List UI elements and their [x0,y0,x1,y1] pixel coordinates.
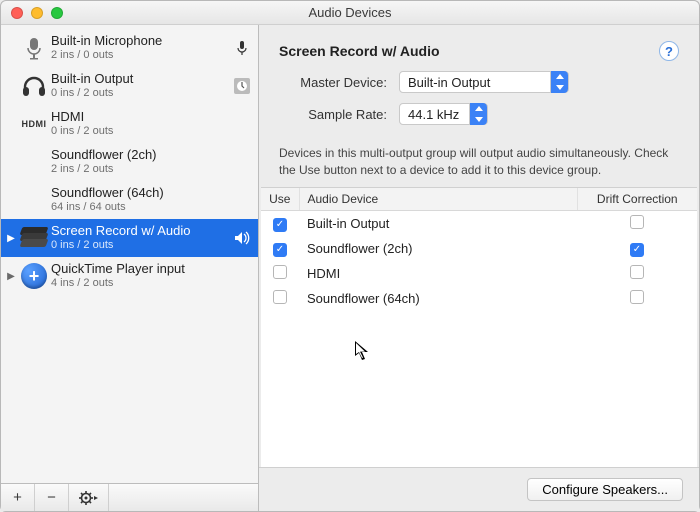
device-cell: Built-in Output [299,210,577,236]
device-hdmi[interactable]: HDMI HDMI 0 ins / 2 outs [1,105,258,143]
device-io: 0 ins / 2 outs [51,125,232,139]
device-name: Built-in Output [51,71,232,87]
table-row[interactable]: HDMI [261,261,697,286]
table-row[interactable]: Built-in Output [261,210,697,236]
table-row[interactable]: Soundflower (2ch) [261,236,697,261]
window-title: Audio Devices [1,5,699,20]
device-io: 2 ins / 2 outs [51,163,232,177]
gear-icon [79,491,99,505]
device-io: 64 ins / 64 outs [51,201,232,215]
master-device-value: Built-in Output [408,75,550,90]
device-io: 0 ins / 2 outs [51,87,232,101]
use-checkbox[interactable] [273,218,287,232]
device-cell: HDMI [299,261,577,286]
remove-device-button[interactable]: − [35,484,69,511]
add-device-button[interactable]: + [1,484,35,511]
device-builtin-output[interactable]: Built-in Output 0 ins / 2 outs [1,67,258,105]
device-soundflower-2ch[interactable]: Soundflower (2ch) 2 ins / 2 outs [1,143,258,181]
drift-checkbox[interactable] [630,215,644,229]
device-soundflower-64ch[interactable]: Soundflower (64ch) 64 ins / 64 outs [1,181,258,219]
master-device-select[interactable]: Built-in Output [399,71,569,93]
default-output-icon [232,231,252,245]
audio-midi-window: Audio Devices Built-in Microphone 2 ins … [0,0,700,512]
sample-rate-value: 44.1 kHz [408,107,469,122]
headphones-icon [17,72,51,100]
clock-source-icon [232,77,252,95]
device-screen-record-audio[interactable]: ▶ Screen Record w/ Audio 0 ins / 2 outs [1,219,258,257]
drift-checkbox[interactable] [630,243,644,257]
use-checkbox[interactable] [273,290,287,304]
soundflower-icon [17,186,51,214]
table-row[interactable]: Soundflower (64ch) [261,286,697,311]
device-list: Built-in Microphone 2 ins / 0 outs Built… [1,25,258,483]
window-body: Built-in Microphone 2 ins / 0 outs Built… [1,25,699,511]
soundflower-icon [17,148,51,176]
actions-menu-button[interactable] [69,484,109,511]
hdmi-icon: HDMI [17,110,51,138]
disclosure-icon[interactable]: ▶ [5,271,17,282]
device-name: QuickTime Player input [51,261,232,277]
panel-footer: Configure Speakers... [259,467,699,511]
titlebar: Audio Devices [1,1,699,25]
chevron-updown-icon [469,103,487,125]
output-device-table: Use Audio Device Drift Correction Built-… [261,187,697,467]
device-name: Screen Record w/ Audio [51,223,232,239]
drift-checkbox[interactable] [630,290,644,304]
microphone-icon [17,34,51,62]
default-input-icon [232,40,252,56]
configure-speakers-button[interactable]: Configure Speakers... [527,478,683,501]
disclosure-icon[interactable]: ▶ [5,233,17,244]
sample-rate-label: Sample Rate: [279,107,399,122]
device-io: 2 ins / 0 outs [51,49,232,63]
device-detail-panel: Screen Record w/ Audio ? Master Device: … [259,25,699,511]
help-button[interactable]: ? [659,41,679,61]
chevron-updown-icon [550,71,568,93]
device-name: Soundflower (64ch) [51,185,232,201]
device-io: 0 ins / 2 outs [51,239,232,253]
device-io: 4 ins / 2 outs [51,277,232,291]
aggregate-device-icon: + [17,262,51,290]
col-device[interactable]: Audio Device [299,188,577,211]
device-quicktime-input[interactable]: ▶ + QuickTime Player input 4 ins / 2 out… [1,257,258,295]
use-checkbox[interactable] [273,265,287,279]
master-device-label: Master Device: [279,75,399,90]
device-name: Built-in Microphone [51,33,232,49]
drift-checkbox[interactable] [630,265,644,279]
col-drift[interactable]: Drift Correction [577,188,697,211]
device-builtin-mic[interactable]: Built-in Microphone 2 ins / 0 outs [1,29,258,67]
device-cell: Soundflower (64ch) [299,286,577,311]
sidebar-toolbar: + − [1,483,258,511]
panel-title: Screen Record w/ Audio [279,43,659,59]
device-name: Soundflower (2ch) [51,147,232,163]
device-cell: Soundflower (2ch) [299,236,577,261]
col-use[interactable]: Use [261,188,299,211]
hint-text: Devices in this multi-output group will … [259,131,699,187]
sample-rate-select[interactable]: 44.1 kHz [399,103,488,125]
use-checkbox[interactable] [273,243,287,257]
multi-output-icon [17,224,51,252]
device-sidebar: Built-in Microphone 2 ins / 0 outs Built… [1,25,259,511]
device-name: HDMI [51,109,232,125]
